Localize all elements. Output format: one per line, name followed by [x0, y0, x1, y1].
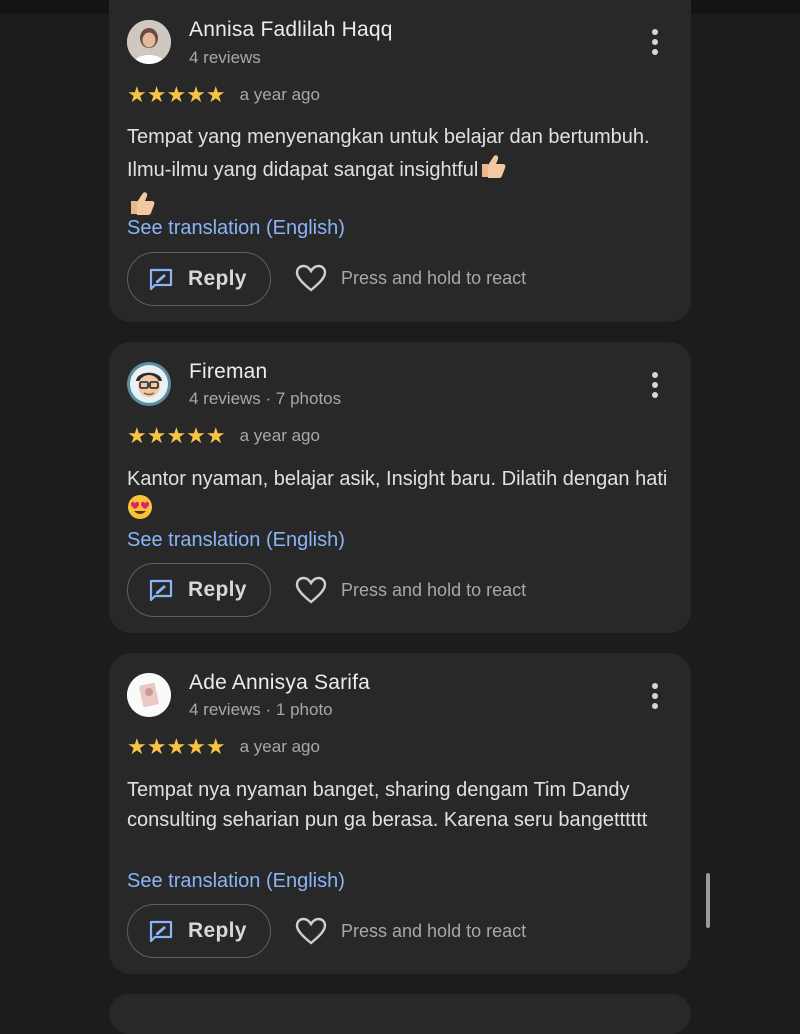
react-button[interactable]: Press and hold to react — [295, 264, 526, 292]
reviewer-name[interactable]: Ade Annisya Sarifa — [189, 671, 370, 695]
stars-icon: ★★★★★ — [127, 734, 226, 759]
react-label: Press and hold to react — [341, 920, 527, 941]
review-text-body: Tempat yang menyenangkan untuk belajar d… — [127, 126, 650, 181]
reply-button[interactable]: Reply — [127, 252, 271, 306]
see-translation-link[interactable]: See translation (English) — [127, 529, 345, 552]
react-button[interactable]: Press and hold to react — [295, 917, 526, 945]
reviewer-avatar[interactable] — [127, 20, 171, 64]
review-card: Fireman 4 reviews · 7 photos ★★★★★ a yea… — [109, 342, 691, 633]
react-label: Press and hold to react — [341, 579, 527, 600]
reviewer-meta: 4 reviews · 7 photos — [189, 389, 342, 408]
more-options-icon[interactable] — [649, 683, 661, 713]
reply-icon — [149, 268, 173, 291]
reviewer-avatar[interactable] — [127, 362, 171, 406]
star-rating: ★★★★★ — [127, 425, 226, 447]
heart-eyes-emoji-icon — [127, 494, 153, 529]
react-label: Press and hold to react — [341, 267, 527, 288]
heart-icon — [295, 264, 327, 292]
stars-icon: ★★★★★ — [127, 423, 226, 448]
heart-icon — [295, 576, 327, 604]
reviewer-meta: 4 reviews · 1 photo — [189, 700, 333, 719]
more-options-icon[interactable] — [649, 372, 661, 402]
more-options-icon[interactable] — [649, 29, 661, 59]
review-text: Tempat yang menyenangkan untuk belajar d… — [127, 122, 679, 226]
avatar-photo-icon — [127, 673, 171, 717]
review-date: a year ago — [239, 737, 320, 756]
reviewer-avatar[interactable] — [127, 673, 171, 717]
review-text: Tempat nya nyaman banget, sharing dengam… — [127, 779, 648, 831]
reply-button[interactable]: Reply — [127, 563, 271, 617]
see-translation-link[interactable]: See translation (English) — [127, 870, 345, 893]
review-card-next — [109, 994, 691, 1034]
reply-label: Reply — [188, 919, 247, 942]
star-rating: ★★★★★ — [127, 736, 226, 758]
review-card: Ade Annisya Sarifa 4 reviews · 1 photo ★… — [109, 653, 691, 974]
reviewer-meta: 4 reviews — [189, 48, 261, 67]
stars-icon: ★★★★★ — [127, 82, 226, 107]
reply-button[interactable]: Reply — [127, 904, 271, 958]
reviewer-name[interactable]: Fireman — [189, 360, 267, 384]
avatar-cartoon-icon — [127, 362, 171, 406]
react-button[interactable]: Press and hold to react — [295, 576, 526, 604]
see-translation-link[interactable]: See translation (English) — [127, 217, 345, 240]
rating-row: ★★★★★ a year ago — [127, 425, 320, 447]
heart-icon — [295, 917, 327, 945]
reply-label: Reply — [188, 267, 247, 290]
reply-label: Reply — [188, 578, 247, 601]
avatar-photo-icon — [127, 20, 171, 64]
rating-row: ★★★★★ a year ago — [127, 736, 320, 758]
rating-row: ★★★★★ a year ago — [127, 84, 320, 106]
reply-icon — [149, 579, 173, 602]
thumbs-up-icon — [478, 152, 508, 189]
review-text: Kantor nyaman, belajar asik, Insight bar… — [127, 464, 679, 529]
reply-icon — [149, 920, 173, 943]
review-date: a year ago — [239, 426, 320, 445]
scrollbar-thumb[interactable] — [706, 873, 710, 928]
reviewer-name[interactable]: Annisa Fadlilah Haqq — [189, 18, 393, 42]
review-text-body: Kantor nyaman, belajar asik, Insight bar… — [127, 468, 668, 490]
review-date: a year ago — [239, 85, 320, 104]
review-card: Annisa Fadlilah Haqq 4 reviews ★★★★★ a y… — [109, 0, 691, 322]
star-rating: ★★★★★ — [127, 84, 226, 106]
